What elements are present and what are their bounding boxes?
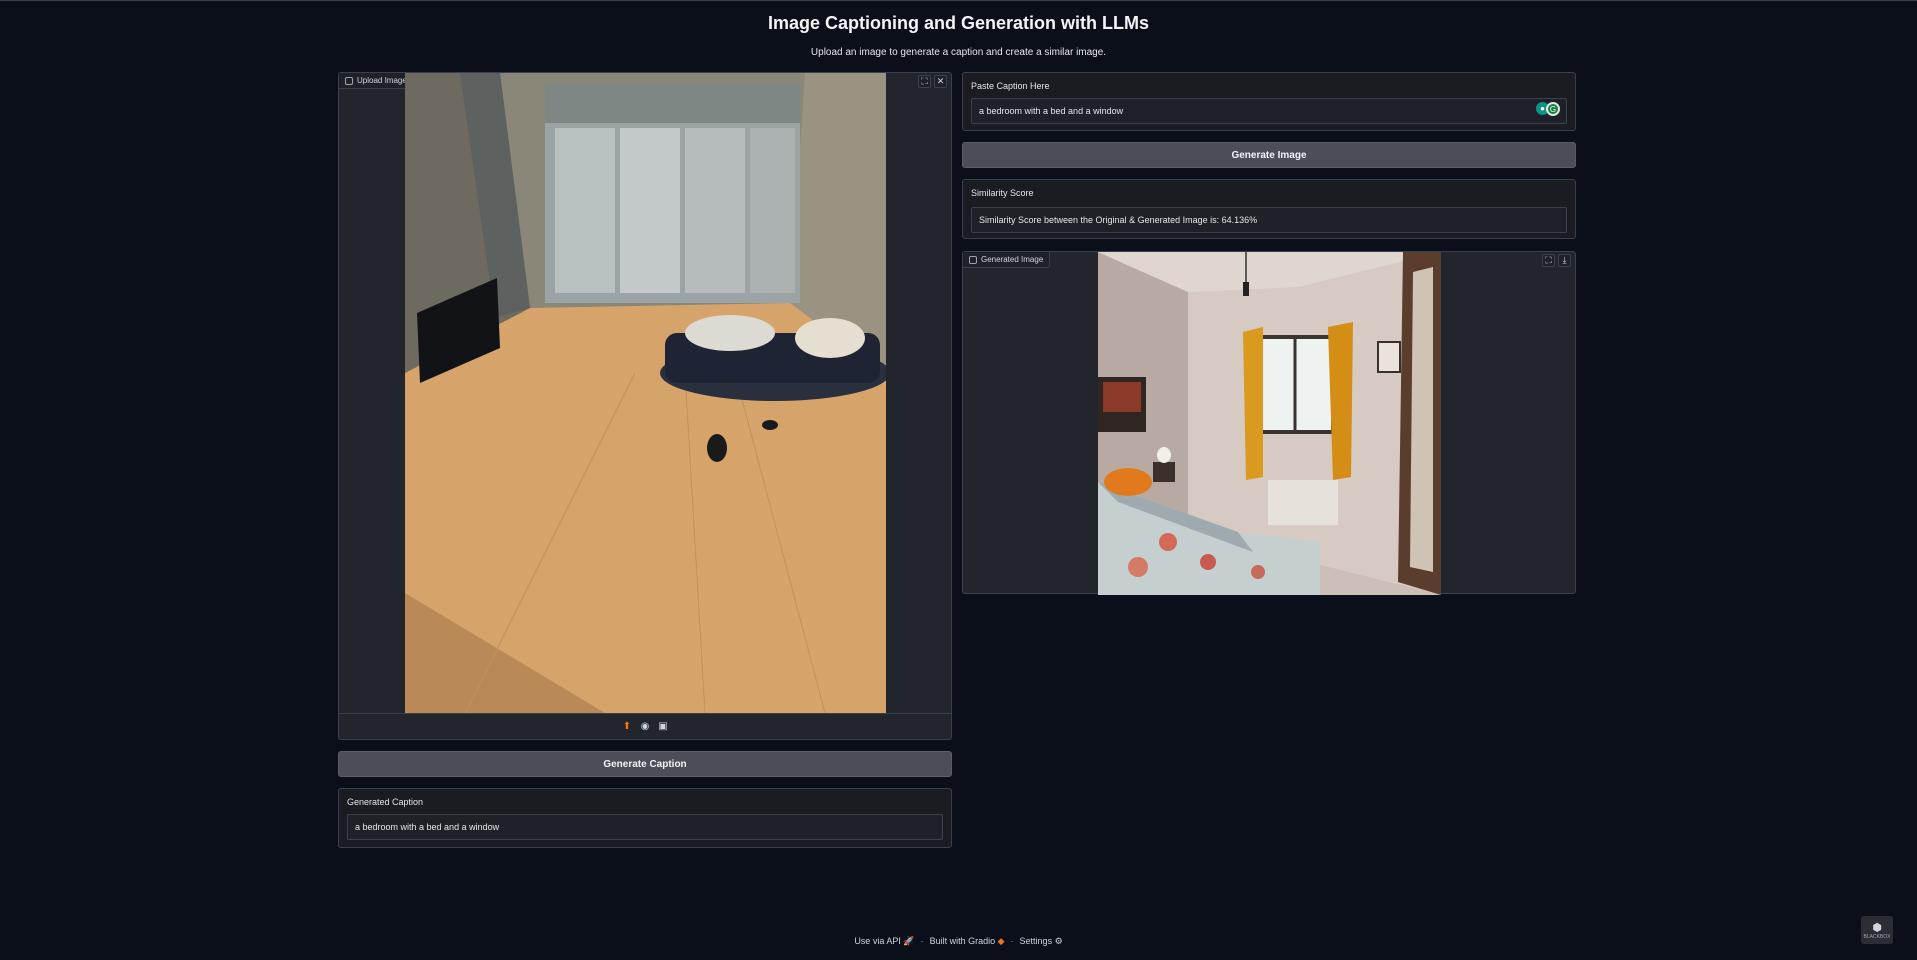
upload-image-label: Upload Image xyxy=(339,73,414,89)
image-icon xyxy=(969,255,977,264)
built-with-gradio-link[interactable]: Built with Gradio ◆ xyxy=(930,936,1005,947)
page-title: Image Captioning and Generation with LLM… xyxy=(767,13,1149,33)
generated-caption-label: Generated Caption xyxy=(347,797,424,807)
image-icon xyxy=(345,76,353,85)
rocket-icon: 🚀 xyxy=(903,936,915,946)
generated-caption-field[interactable]: a bedroom with a bed and a window xyxy=(347,814,943,840)
clipboard-icon[interactable]: ▣ xyxy=(657,721,669,733)
paste-caption-panel: Paste Caption Here a bedroom with a bed … xyxy=(962,72,1576,131)
paste-caption-label: Paste Caption Here xyxy=(971,81,1050,91)
generated-image xyxy=(1098,252,1441,595)
upload-image-panel[interactable]: Upload Image ⛶ ✕ ⬆ ◉ ▣ xyxy=(338,72,952,740)
blackbox-logo-icon: ⬢ xyxy=(1872,921,1882,934)
caption-input-value: a bedroom with a bed and a window xyxy=(979,106,1124,116)
generated-caption-panel: Generated Caption a bedroom with a bed a… xyxy=(338,788,952,848)
webcam-icon[interactable]: ◉ xyxy=(639,721,651,733)
upload-toolbar: ⬆ ◉ ▣ xyxy=(339,713,951,739)
similarity-score-label: Similarity Score xyxy=(971,188,1034,198)
use-via-api-link[interactable]: Use via API 🚀 xyxy=(854,936,914,947)
fullscreen-icon[interactable]: ⛶ xyxy=(1542,254,1555,267)
generated-image-panel: Generated Image ⛶ ⤓ xyxy=(962,251,1576,595)
fullscreen-icon[interactable]: ⛶ xyxy=(918,75,931,88)
generated-bedroom-photo xyxy=(1098,252,1441,595)
page-subtitle: Upload an image to generate a caption an… xyxy=(810,47,1107,58)
gradio-logo-icon: ◆ xyxy=(997,936,1005,946)
similarity-score-field[interactable]: Similarity Score between the Original & … xyxy=(971,207,1567,233)
gear-icon: ⚙ xyxy=(1054,936,1063,946)
blackbox-extension-button[interactable]: ⬢ BLACKBOX xyxy=(1861,916,1893,944)
similarity-score-panel: Similarity Score Similarity Score betwee… xyxy=(962,179,1576,239)
footer-separator: · xyxy=(1010,936,1014,946)
settings-link[interactable]: Settings ⚙ xyxy=(1020,936,1063,947)
generated-image-label: Generated Image xyxy=(963,252,1051,268)
generate-caption-button[interactable]: Generate Caption xyxy=(338,751,952,777)
caption-input[interactable]: a bedroom with a bed and a window ● G xyxy=(971,98,1567,124)
close-icon[interactable]: ✕ xyxy=(934,75,947,88)
footer: Use via API 🚀 · Built with Gradio ◆ · Se… xyxy=(0,936,1917,947)
uploaded-room-photo xyxy=(405,73,886,713)
upload-icon[interactable]: ⬆ xyxy=(621,721,633,733)
download-icon[interactable]: ⤓ xyxy=(1558,254,1571,267)
footer-separator: · xyxy=(920,936,924,946)
uploaded-image xyxy=(405,73,886,713)
generate-image-button[interactable]: Generate Image xyxy=(962,142,1576,168)
grammar-extension-icon[interactable]: G xyxy=(1546,102,1560,116)
